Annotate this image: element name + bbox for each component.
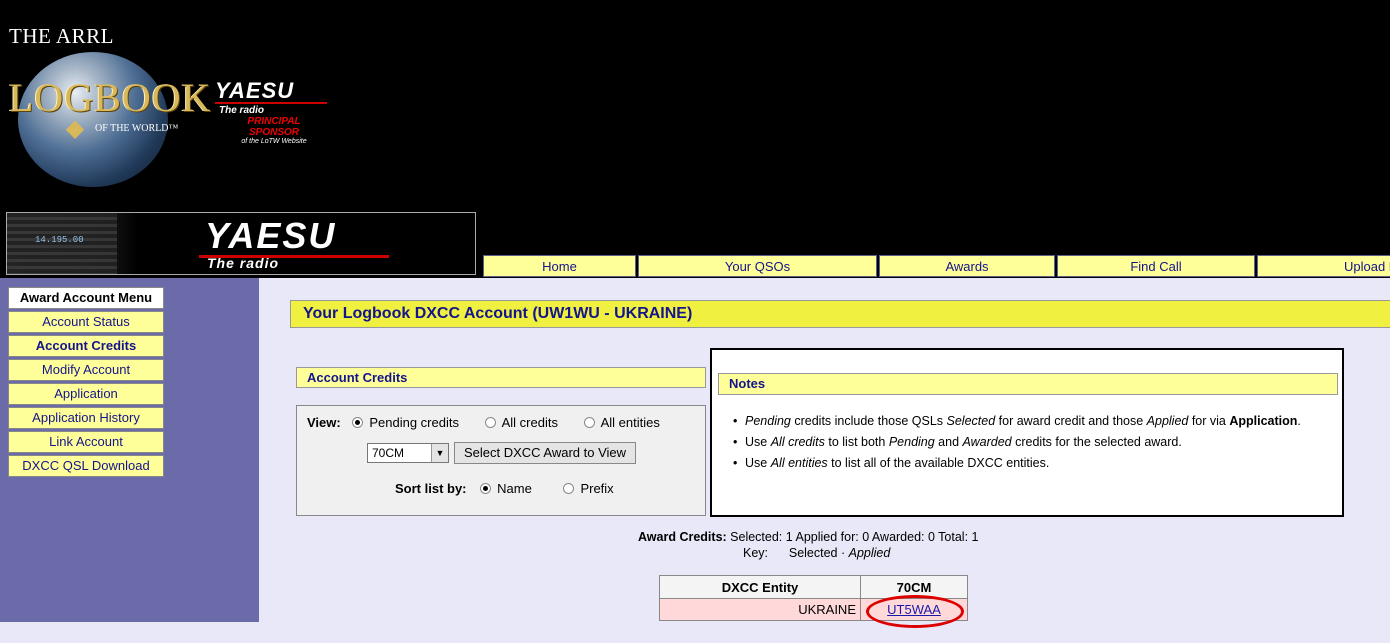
note-term: Pending: [888, 435, 935, 449]
radio-sort-name[interactable]: [480, 483, 492, 494]
note-text: credits for the selected award.: [1011, 435, 1182, 449]
nav-upload[interactable]: Upload F: [1257, 255, 1390, 277]
column-header-award: 70CM: [860, 575, 968, 599]
top-navigation: Home Your QSOs Awards Find Call Upload F: [483, 255, 1390, 277]
menu-item-link-account[interactable]: Link Account: [8, 431, 164, 453]
dxcc-credits-table: DXCC Entity 70CM UKRAINE UT5WAA: [659, 575, 968, 621]
view-options-panel: View: Pending credits All credits All en…: [296, 405, 706, 516]
logo-arrl-text: THE ARRL: [9, 24, 114, 48]
nav-awards[interactable]: Awards: [879, 255, 1055, 277]
note-item: Use All credits to list both Pending and…: [725, 432, 1345, 453]
note-text: and: [934, 435, 963, 449]
sidebar: Award Account Menu Account Status Accoun…: [0, 278, 259, 622]
menu-item-application[interactable]: Application: [8, 383, 164, 405]
menu-item-account-credits[interactable]: Account Credits: [8, 335, 164, 357]
select-award-button[interactable]: Select DXCC Award to View: [454, 442, 636, 464]
award-credits-values: Selected: 1 Applied for: 0 Awarded: 0 To…: [726, 530, 979, 544]
note-text: to list both: [824, 435, 889, 449]
note-text: .: [1297, 414, 1301, 428]
table-header-row: DXCC Entity 70CM: [659, 575, 968, 599]
sort-option-name[interactable]: Name: [480, 481, 532, 496]
account-credits-heading: Account Credits: [296, 367, 706, 388]
note-text: Use: [745, 456, 771, 470]
view-row: View: Pending credits All credits All en…: [307, 415, 660, 430]
menu-item-modify-account[interactable]: Modify Account: [8, 359, 164, 381]
key-selected: Selected: [788, 546, 838, 560]
radio-all-credits[interactable]: [484, 417, 496, 428]
notes-panel: Notes Pending credits include those QSLs…: [710, 348, 1344, 517]
note-text: to list all of the available DXCC entiti…: [827, 456, 1050, 470]
menu-title: Award Account Menu: [8, 287, 164, 309]
note-term: Application: [1229, 414, 1298, 428]
note-text: Use: [745, 435, 771, 449]
table-row: UKRAINE UT5WAA: [659, 598, 968, 621]
sponsor-tagline: The radio: [219, 105, 265, 116]
notes-heading: Notes: [718, 373, 1338, 395]
view-option-all-credits[interactable]: All credits: [484, 415, 558, 430]
arrl-emblem-icon: ◆: [65, 115, 85, 142]
sort-option-name-label: Name: [497, 481, 532, 496]
award-select-value: 70CM: [372, 446, 405, 460]
award-account-menu: Award Account Menu Account Status Accoun…: [8, 287, 164, 479]
view-label: View:: [307, 415, 341, 430]
sort-row: Sort list by: Name Prefix: [395, 481, 642, 496]
column-header-entity: DXCC Entity: [659, 575, 861, 599]
note-item: Pending credits include those QSLs Selec…: [725, 411, 1345, 432]
note-term: Pending: [745, 414, 791, 428]
note-term: Selected: [946, 414, 996, 428]
sponsor-line2: SPONSOR: [248, 127, 299, 138]
note-term: All entities: [770, 456, 828, 470]
sort-label: Sort list by:: [395, 481, 467, 496]
logo-logbook-text: LOGBOOK: [9, 75, 212, 120]
view-option-all-entities[interactable]: All entities: [583, 415, 660, 430]
menu-item-dxcc-qsl-download[interactable]: DXCC QSL Download: [8, 455, 164, 477]
radio-all-entities[interactable]: [583, 417, 595, 428]
view-option-pending-label: Pending credits: [369, 415, 459, 430]
note-text: credits include those QSLs: [790, 414, 947, 428]
banner-tagline: The radio: [207, 255, 280, 271]
note-item: Use All entities to list all of the avai…: [725, 453, 1345, 474]
key-applied: Applied: [848, 546, 891, 560]
cell-entity: UKRAINE: [659, 598, 861, 621]
banner-brand: YAESU: [205, 215, 337, 256]
award-credits-summary: Award Credits: Selected: 1 Applied for: …: [638, 530, 978, 544]
logo-otw-text: OF THE WORLD™: [95, 123, 179, 134]
note-term: All credits: [770, 435, 825, 449]
radio-display: 14.195.00: [35, 235, 84, 245]
menu-item-account-status[interactable]: Account Status: [8, 311, 164, 333]
page-title: Your Logbook DXCC Account (UW1WU - UKRAI…: [290, 300, 1390, 328]
notes-list: Pending credits include those QSLs Selec…: [725, 411, 1345, 474]
sort-option-prefix-label: Prefix: [580, 481, 614, 496]
note-text: for award credit and those: [995, 414, 1147, 428]
sponsor-logo[interactable]: YAESU The radio PRINCIPAL SPONSOR of the…: [215, 78, 335, 145]
chevron-down-icon[interactable]: ▼: [431, 444, 448, 462]
nav-home[interactable]: Home: [483, 255, 636, 277]
note-term: Awarded: [962, 435, 1012, 449]
view-option-all-entities-label: All entities: [600, 415, 660, 430]
view-option-pending[interactable]: Pending credits: [352, 415, 459, 430]
key-label: Key:: [743, 546, 769, 560]
radio-image: 14.195.00: [7, 213, 117, 274]
note-text: for via: [1188, 414, 1230, 428]
sponsor-line3: of the LoTW Website: [241, 138, 307, 145]
sort-option-prefix[interactable]: Prefix: [563, 481, 614, 496]
sponsor-line1: PRINCIPAL: [247, 116, 301, 127]
site-header: THE ARRL LOGBOOK ◆ OF THE WORLD™ YAESU T…: [0, 0, 1390, 278]
radio-pending-credits[interactable]: [352, 417, 364, 428]
award-select[interactable]: 70CM ▼: [367, 443, 449, 463]
nav-your-qsos[interactable]: Your QSOs: [638, 255, 877, 277]
radio-sort-prefix[interactable]: [563, 483, 575, 494]
view-option-all-credits-label: All credits: [501, 415, 558, 430]
menu-item-application-history[interactable]: Application History: [8, 407, 164, 429]
note-term: Applied: [1146, 414, 1189, 428]
sponsor-brand: YAESU: [215, 78, 295, 103]
yaesu-banner[interactable]: 14.195.00 YAESU The radio: [6, 212, 476, 275]
key-legend: Key: Selected · Applied: [743, 546, 890, 560]
qsl-callsign-link[interactable]: UT5WAA: [887, 602, 941, 617]
cell-call: UT5WAA: [860, 598, 968, 621]
key-separator: ·: [837, 546, 849, 560]
nav-find-call[interactable]: Find Call: [1057, 255, 1255, 277]
award-credits-label: Award Credits:: [638, 530, 727, 544]
